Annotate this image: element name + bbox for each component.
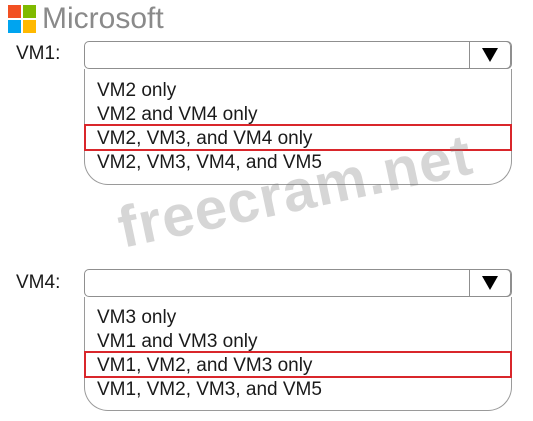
vm1-dropdown-toggle[interactable] xyxy=(469,41,511,69)
triangle-down-icon xyxy=(482,48,498,62)
vm4-option-2[interactable]: VM1 and VM3 only xyxy=(85,330,511,354)
microsoft-logo-icon xyxy=(8,5,36,33)
vm4-label: VM4: xyxy=(16,272,61,293)
vm1-option-2[interactable]: VM2 and VM4 only xyxy=(85,103,511,127)
vm4-option-3[interactable]: VM1, VM2, and VM3 only xyxy=(85,354,511,378)
vm4-options-list: VM3 only VM1 and VM3 only VM1, VM2, and … xyxy=(84,297,512,411)
vm1-dropdown[interactable] xyxy=(84,41,512,69)
microsoft-wordmark: Microsoft xyxy=(42,2,164,35)
microsoft-logo: Microsoft xyxy=(8,4,164,34)
vm4-option-1[interactable]: VM3 only xyxy=(85,306,511,330)
vm4-option-4[interactable]: VM1, VM2, VM3, and VM5 xyxy=(85,378,511,402)
vm4-dropdown-toggle[interactable] xyxy=(469,269,511,297)
vm1-option-1[interactable]: VM2 only xyxy=(85,79,511,103)
vm1-label: VM1: xyxy=(16,43,61,64)
vm4-dropdown[interactable] xyxy=(84,269,512,297)
triangle-down-icon xyxy=(482,276,498,290)
